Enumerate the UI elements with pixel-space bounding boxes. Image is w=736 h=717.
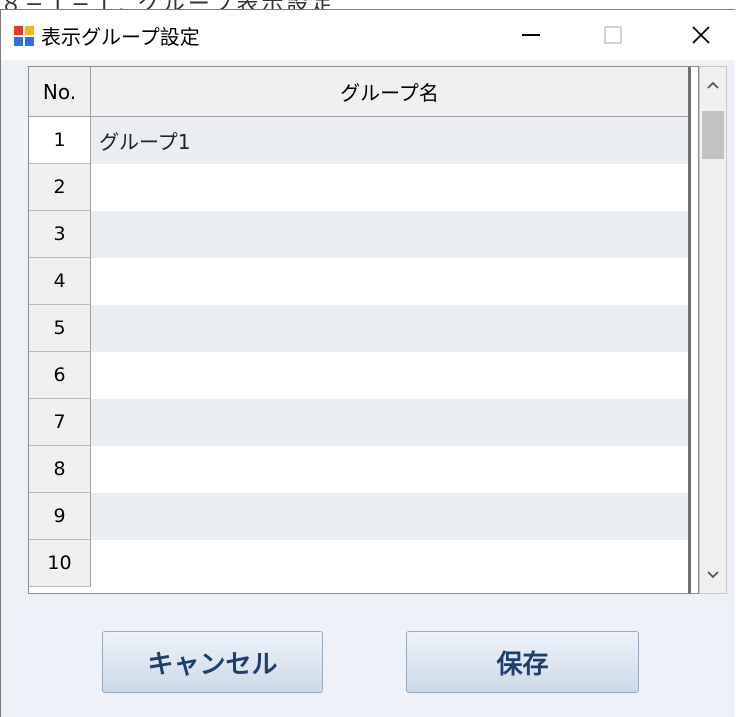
title-bar: 表示グループ設定	[1, 10, 735, 60]
group-name-cell[interactable]	[91, 493, 688, 540]
window-title: 表示グループ設定	[41, 25, 200, 49]
group-grid: No. グループ名 1 グループ1 2 3 4 5 6 7 8 9 10	[28, 66, 699, 594]
group-name-cell[interactable]	[91, 305, 688, 352]
group-name-cell[interactable]	[91, 399, 688, 446]
maximize-icon	[604, 26, 622, 44]
row-number: 3	[29, 211, 91, 258]
table-row[interactable]: 3	[29, 211, 688, 258]
scrollbar-thumb[interactable]	[702, 111, 724, 159]
row-number: 9	[29, 493, 91, 540]
table-row[interactable]: 10	[29, 540, 688, 587]
table-row[interactable]: 8	[29, 446, 688, 493]
table-row[interactable]: 4	[29, 258, 688, 305]
table-row[interactable]: 7	[29, 399, 688, 446]
scroll-down-button[interactable]	[700, 561, 726, 589]
group-name-cell[interactable]	[91, 258, 688, 305]
row-number: 8	[29, 446, 91, 493]
group-name-cell[interactable]	[91, 540, 688, 587]
minimize-button[interactable]	[501, 10, 561, 60]
table-row[interactable]: 5	[29, 305, 688, 352]
maximize-button[interactable]	[583, 10, 643, 60]
group-name-cell[interactable]	[91, 446, 688, 493]
column-header-no[interactable]: No.	[29, 67, 91, 117]
row-number: 4	[29, 258, 91, 305]
save-button[interactable]: 保存	[406, 631, 639, 693]
cancel-button[interactable]: キャンセル	[102, 631, 323, 693]
group-name-cell[interactable]	[91, 164, 688, 211]
table-row[interactable]: 1 グループ1	[29, 117, 688, 164]
minimize-icon	[522, 34, 540, 36]
chevron-down-icon	[707, 571, 719, 579]
row-number: 1	[29, 117, 91, 164]
row-number: 6	[29, 352, 91, 399]
table-row[interactable]: 2	[29, 164, 688, 211]
group-name-cell[interactable]	[91, 352, 688, 399]
table-row[interactable]: 9	[29, 493, 688, 540]
close-button[interactable]	[671, 10, 731, 60]
group-name-cell[interactable]: グループ1	[91, 117, 688, 164]
table-row[interactable]: 6	[29, 352, 688, 399]
scroll-up-button[interactable]	[700, 71, 726, 99]
column-header-group-name[interactable]: グループ名	[91, 67, 688, 117]
row-number: 2	[29, 164, 91, 211]
row-number: 7	[29, 399, 91, 446]
dialog-window: 表示グループ設定 No. グループ名 1 グループ1 2 3 4 5 6 7 8…	[0, 9, 735, 717]
row-number: 10	[29, 540, 91, 587]
chevron-up-icon	[707, 81, 719, 89]
vertical-scrollbar[interactable]	[699, 66, 727, 594]
close-icon	[692, 26, 710, 44]
row-number: 5	[29, 305, 91, 352]
grid-right-border	[688, 67, 691, 593]
group-name-cell[interactable]	[91, 211, 688, 258]
app-window-icon	[13, 25, 35, 47]
